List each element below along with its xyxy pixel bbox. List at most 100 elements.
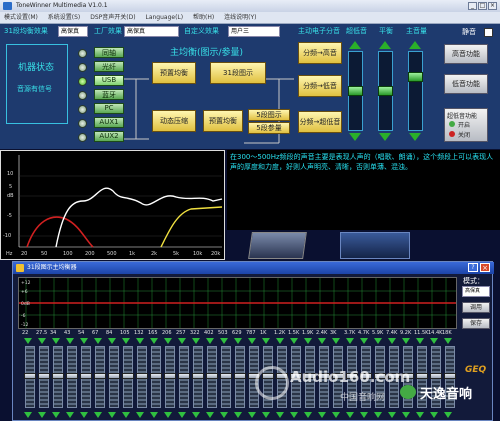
compress-button[interactable]: 动态压缩 bbox=[152, 110, 196, 132]
tweeter-function-button[interactable]: 高音功能 bbox=[444, 44, 488, 64]
bass-function-button[interactable]: 低音功能 bbox=[444, 74, 488, 94]
band-up-arrow[interactable] bbox=[402, 338, 410, 344]
band-up-arrow[interactable] bbox=[108, 338, 116, 344]
input-usb[interactable]: USB bbox=[94, 75, 124, 86]
param5-button[interactable]: 5段参量 bbox=[248, 122, 290, 134]
preset-eq2-button[interactable]: 预置均衡 bbox=[203, 110, 243, 132]
band-down-arrow[interactable] bbox=[262, 412, 270, 418]
input-radio[interactable] bbox=[78, 63, 87, 72]
band-up-arrow[interactable] bbox=[262, 338, 270, 344]
input-radio[interactable] bbox=[78, 49, 87, 58]
menu-system[interactable]: 系统设置(S) bbox=[44, 12, 85, 24]
band-fader[interactable] bbox=[24, 346, 36, 408]
band-up-arrow[interactable] bbox=[38, 338, 46, 344]
menu-dsp[interactable]: DSP音声开关(D) bbox=[86, 12, 139, 24]
band-up-arrow[interactable] bbox=[416, 338, 424, 344]
band-fader[interactable] bbox=[94, 346, 106, 408]
band-fader[interactable] bbox=[122, 346, 134, 408]
band-up-arrow[interactable] bbox=[192, 338, 200, 344]
band-fader-knob[interactable] bbox=[52, 373, 64, 379]
band-fader[interactable] bbox=[164, 346, 176, 408]
band-up-arrow[interactable] bbox=[388, 338, 396, 344]
band-down-arrow[interactable] bbox=[430, 412, 438, 418]
eq31-select[interactable]: 高保真 bbox=[58, 26, 88, 37]
input-radio[interactable] bbox=[78, 119, 87, 128]
band-up-arrow[interactable] bbox=[136, 338, 144, 344]
band-up-arrow[interactable] bbox=[94, 338, 102, 344]
band-down-arrow[interactable] bbox=[416, 412, 424, 418]
band-fader[interactable] bbox=[206, 346, 218, 408]
band-down-arrow[interactable] bbox=[38, 412, 46, 418]
input-radio-selected[interactable] bbox=[78, 77, 87, 86]
band-fader[interactable] bbox=[178, 346, 190, 408]
mode-select[interactable]: 高保真 bbox=[462, 286, 490, 297]
band-up-arrow[interactable] bbox=[276, 338, 284, 344]
band-down-arrow[interactable] bbox=[220, 412, 228, 418]
band-down-arrow[interactable] bbox=[122, 412, 130, 418]
band-fader-knob[interactable] bbox=[234, 373, 246, 379]
volume-down-arrow[interactable] bbox=[409, 133, 421, 141]
band-fader-knob[interactable] bbox=[94, 373, 106, 379]
band-fader-knob[interactable] bbox=[80, 373, 92, 379]
band-fader[interactable] bbox=[108, 346, 120, 408]
band-up-arrow[interactable] bbox=[290, 338, 298, 344]
band-down-arrow[interactable] bbox=[388, 412, 396, 418]
band-fader[interactable] bbox=[66, 346, 78, 408]
band-down-arrow[interactable] bbox=[360, 412, 368, 418]
band-up-arrow[interactable] bbox=[206, 338, 214, 344]
band-fader-knob[interactable] bbox=[220, 373, 232, 379]
band-fader[interactable] bbox=[220, 346, 232, 408]
minimize-button[interactable]: _ bbox=[468, 2, 477, 10]
band-down-arrow[interactable] bbox=[192, 412, 200, 418]
input-radio[interactable] bbox=[78, 91, 87, 100]
band-fader-knob[interactable] bbox=[136, 373, 148, 379]
input-aux1[interactable]: AUX1 bbox=[94, 117, 124, 128]
close-button[interactable]: × bbox=[488, 2, 497, 10]
input-radio[interactable] bbox=[78, 133, 87, 142]
on-radio[interactable] bbox=[449, 121, 455, 127]
eq-close-button[interactable]: × bbox=[480, 263, 490, 272]
band-up-arrow[interactable] bbox=[444, 338, 452, 344]
custom-select[interactable]: 用户三 bbox=[228, 26, 280, 37]
sub-down-arrow[interactable] bbox=[349, 133, 361, 141]
band-fader[interactable] bbox=[150, 346, 162, 408]
band-fader-knob[interactable] bbox=[38, 373, 50, 379]
band-up-arrow[interactable] bbox=[346, 338, 354, 344]
volume-fader[interactable] bbox=[408, 51, 423, 131]
band-down-arrow[interactable] bbox=[248, 412, 256, 418]
band-fader-knob[interactable] bbox=[416, 373, 428, 379]
band-up-arrow[interactable] bbox=[80, 338, 88, 344]
input-aux2[interactable]: AUX2 bbox=[94, 131, 124, 142]
balance-fader[interactable] bbox=[378, 51, 393, 131]
band-down-arrow[interactable] bbox=[318, 412, 326, 418]
band-up-arrow[interactable] bbox=[220, 338, 228, 344]
band-up-arrow[interactable] bbox=[234, 338, 242, 344]
input-bluetooth[interactable]: 蓝牙 bbox=[94, 89, 124, 100]
band-down-arrow[interactable] bbox=[234, 412, 242, 418]
band-down-arrow[interactable] bbox=[150, 412, 158, 418]
band-down-arrow[interactable] bbox=[276, 412, 284, 418]
crossover-low-button[interactable]: 分频→低音 bbox=[298, 75, 342, 97]
view5-button[interactable]: 5段图示 bbox=[248, 109, 290, 121]
band-down-arrow[interactable] bbox=[402, 412, 410, 418]
band-up-arrow[interactable] bbox=[304, 338, 312, 344]
volume-up-arrow[interactable] bbox=[409, 41, 421, 49]
menu-language[interactable]: Language(L) bbox=[141, 12, 187, 24]
apply-button[interactable]: 调用 bbox=[462, 302, 490, 313]
maximize-button[interactable]: □ bbox=[478, 2, 487, 10]
band-up-arrow[interactable] bbox=[332, 338, 340, 344]
menu-wiring[interactable]: 连线说明(Y) bbox=[220, 12, 260, 24]
band-fader-knob[interactable] bbox=[206, 373, 218, 379]
band-fader[interactable] bbox=[136, 346, 148, 408]
preset-eq-button[interactable]: 预置均衡 bbox=[152, 62, 196, 84]
menu-help[interactable]: 帮助(H) bbox=[189, 12, 218, 24]
band-down-arrow[interactable] bbox=[108, 412, 116, 418]
band-up-arrow[interactable] bbox=[374, 338, 382, 344]
save-button[interactable]: 保存 bbox=[462, 318, 490, 329]
band-down-arrow[interactable] bbox=[444, 412, 452, 418]
band-fader-knob[interactable] bbox=[122, 373, 134, 379]
band-up-arrow[interactable] bbox=[164, 338, 172, 344]
menu-mode[interactable]: 模式设置(M) bbox=[0, 12, 42, 24]
band-fader-knob[interactable] bbox=[192, 373, 204, 379]
balance-up-arrow[interactable] bbox=[379, 41, 391, 49]
